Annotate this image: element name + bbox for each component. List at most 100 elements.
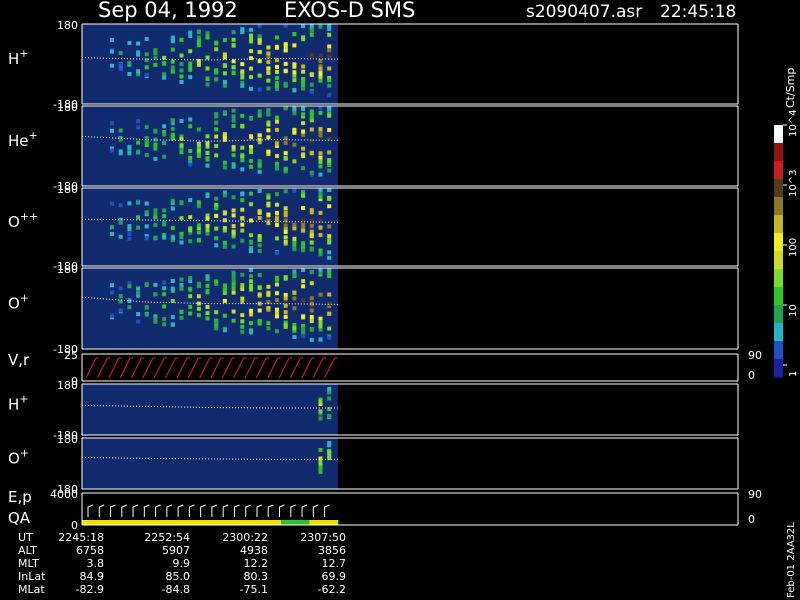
spectrogram-cell [110,283,114,288]
spectrogram-cell [118,308,123,313]
spectrogram-cell [144,125,149,130]
spectrogram-cell [118,286,123,291]
spectrogram-cell [318,155,323,160]
spectrogram-cell [283,322,288,327]
spectrogram-cell [214,236,219,241]
spectrogram-cell [327,93,332,98]
spectrogram-cell [301,190,306,194]
spectrogram-cell [266,66,271,71]
spectrogram-cell [309,115,314,120]
spectrogram-cell [309,28,314,33]
spectrogram-cell [205,134,210,139]
spectrogram-cell [188,61,193,66]
spectrogram-cell [196,306,201,311]
spectrogram-cell [257,34,262,39]
spectrogram-cell [188,149,193,153]
spectrogram-cell [205,163,210,168]
qa-segment [110,520,140,525]
spectrogram-cell [162,55,167,60]
spectrogram-cell [283,42,288,47]
spectrogram-cell [170,279,175,283]
spectrogram-cell [188,294,193,299]
spectrogram-cell [275,298,279,302]
spectrogram-cell [231,274,236,279]
spectrogram-cell [327,443,332,448]
spectrogram-cell [318,188,323,192]
spectrogram-cell [327,224,332,229]
spectrogram-cell [327,292,332,297]
spectrogram-cell [327,48,332,53]
spectrogram-cell [249,49,253,54]
spectrogram-cell [222,160,227,165]
spectrogram-cell [240,238,245,243]
spectrogram-cell [127,236,132,241]
spectrogram-cell [196,284,201,289]
spectrogram-cell [214,40,219,45]
spectrogram-cell [170,69,175,74]
spectrogram-cell [249,328,253,333]
spectrogram-cell [118,203,123,208]
spectrogram-cell [292,236,297,241]
orbit-row-label: MLat [18,583,45,596]
spectrogram-cell [327,83,332,88]
qa-segment [309,520,339,525]
spectrogram-cell [249,164,253,169]
spectrogram-cell [170,198,175,203]
spectrogram-cell [249,147,253,152]
qa-segment [82,520,111,525]
spectrogram-cell [144,37,149,41]
spectrogram-cell [153,292,158,297]
spectrogram-cell [257,319,262,323]
spectrogram-cell [170,206,175,211]
spectrogram-cell [318,151,323,156]
spectrogram-cell [249,116,253,121]
spectrogram-cell [110,313,114,318]
spectrogram-cell [249,240,253,245]
spectrogram-cell [257,162,262,167]
spectrogram-cell [144,224,149,229]
spectrogram-cell [127,151,132,155]
spectrogram-cell [153,208,158,213]
y-tick-top: 180 [57,183,78,196]
spectrogram-cell [240,207,245,212]
spectrogram-cell [257,169,262,174]
spectrogram-cell [188,215,193,220]
spectrogram-cell [162,280,167,285]
spectrogram-cell [231,278,236,283]
spectrogram-cell [153,223,158,228]
spectrogram-cell [257,73,262,78]
spectrogram-cell [292,78,297,83]
spectrogram-cell [240,319,245,324]
spectrogram-cell [205,150,210,155]
spectrogram-cell [301,334,306,339]
spectrogram-cell [257,216,262,220]
header-instrument: EXOS-D SMS [284,0,415,22]
spectrogram-cell [292,62,297,67]
colorbar-swatch [774,269,783,288]
spectrogram-cell [249,39,253,44]
y-tick-top: 180 [57,263,78,276]
spectrogram-cell [301,86,306,91]
spectrogram-cell [275,35,279,40]
spectrogram-cell [205,141,210,146]
spectrogram-cell [240,75,245,80]
spectrogram-cell [205,227,210,232]
spectrogram-cell [188,34,193,38]
spectrogram-cell [318,268,323,272]
spectrogram-cell [205,194,210,199]
spectrogram-cell [153,235,158,240]
spectrogram-cell [170,35,175,40]
orbit-cell: 2252:54 [144,531,190,544]
spectrogram-cell [318,195,323,199]
spectrogram-cell [162,208,167,213]
spectrogram-cell [327,326,332,331]
spectrogram-cell [110,290,114,295]
spectrogram-cell [162,124,167,129]
spectrogram-cell [301,314,306,319]
spectrogram-cell [309,127,314,132]
spectrogram-cell [144,312,149,317]
spectrogram-cell [327,150,332,155]
spectrogram-cell [327,450,332,455]
spectrogram-cell [327,255,332,260]
spectrogram-cell [275,192,279,197]
